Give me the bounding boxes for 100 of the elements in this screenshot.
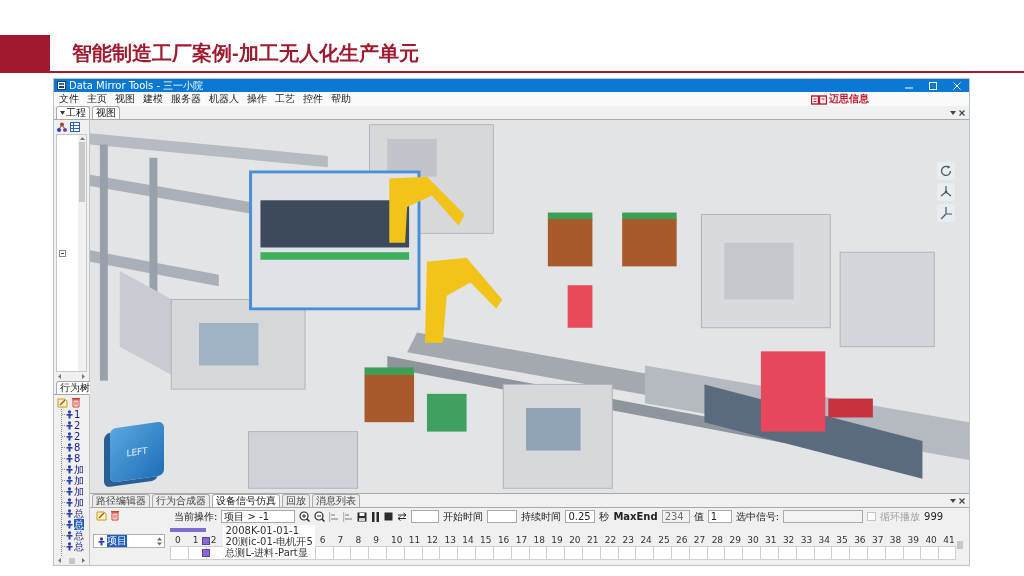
figure-icon xyxy=(66,487,73,496)
panel-tab[interactable]: 设备信号仿真 xyxy=(212,494,280,507)
field-label: 当前操作: xyxy=(174,510,218,523)
panel-tab[interactable]: 路径编辑器 xyxy=(92,494,150,507)
field-label: 开始时间 xyxy=(443,510,484,523)
slide-title: 智能制造工厂案例-加工无人化生产单元 xyxy=(72,40,419,66)
scroll-right-icon[interactable] xyxy=(82,374,85,379)
value-field[interactable]: 1 xyxy=(707,510,732,523)
input-field[interactable] xyxy=(487,510,518,523)
tree-item[interactable]: 总 xyxy=(62,530,87,541)
menu-item[interactable]: 控件 xyxy=(303,93,323,105)
duration-field[interactable]: 0.25 xyxy=(565,510,596,523)
axis-corner-icon[interactable] xyxy=(937,204,955,222)
tree-item[interactable]: 2 xyxy=(62,431,87,442)
time-tick-label: 39 xyxy=(907,535,919,546)
menu-item[interactable]: 服务器 xyxy=(171,93,201,105)
time-tick-label: 23 xyxy=(622,535,634,546)
pause-icon[interactable] xyxy=(371,511,381,522)
zoom-in-icon[interactable] xyxy=(299,511,311,522)
scroll-left-icon[interactable] xyxy=(58,558,61,563)
rotate-icon[interactable] xyxy=(937,162,955,180)
trash-icon[interactable] xyxy=(110,509,120,521)
stop-icon[interactable] xyxy=(384,512,394,521)
close-icon[interactable] xyxy=(959,497,965,504)
time-tick-label: 34 xyxy=(818,535,830,546)
time-tick-label: 12 xyxy=(426,535,439,546)
save-icon[interactable] xyxy=(357,511,368,522)
tree-item[interactable]: 加 xyxy=(62,486,87,497)
menu-item[interactable]: 操作 xyxy=(247,93,267,105)
input-field[interactable] xyxy=(411,510,440,523)
tree-item[interactable]: 总 xyxy=(62,541,87,552)
field-label: 值 xyxy=(693,510,704,523)
scroll-right-icon[interactable] xyxy=(82,558,85,563)
logo-icon xyxy=(811,93,827,105)
signal-menu-item[interactable]: 总测L-进料-Part显 xyxy=(223,547,313,558)
panel-tab[interactable]: 视图 xyxy=(92,106,120,119)
menu-item[interactable]: 工艺 xyxy=(275,93,295,105)
signal-menu-item[interactable]: 20测ic-01-电机开5 xyxy=(223,536,313,547)
time-tick-label: 16 xyxy=(497,535,510,546)
new-note-icon[interactable] xyxy=(57,396,68,408)
menu-item[interactable]: 建模 xyxy=(143,93,163,105)
tree-item[interactable]: 总 xyxy=(62,519,87,530)
tree-item[interactable]: 2 xyxy=(62,420,87,431)
panel-tab[interactable]: 工程 xyxy=(56,106,90,119)
swap-icon[interactable] xyxy=(397,512,408,521)
time-tick-label: 27 xyxy=(693,535,706,546)
close-icon[interactable] xyxy=(959,109,965,116)
menu-item[interactable]: 视图 xyxy=(115,93,135,105)
scroll-thumb[interactable] xyxy=(79,142,85,202)
panel-tab[interactable]: 消息列表 xyxy=(312,494,360,507)
workstation xyxy=(547,212,593,267)
trash-icon[interactable] xyxy=(71,396,81,408)
spinner-icon[interactable] xyxy=(157,536,162,546)
time-tick-label: 22 xyxy=(604,535,617,546)
operation-field[interactable]: 项目 > -1 xyxy=(221,510,296,523)
time-tick-label: 28 xyxy=(711,535,724,546)
time-tick-label: 37 xyxy=(871,535,884,546)
time-tick-label: 38 xyxy=(889,535,902,546)
time-tick-label: 6 xyxy=(319,535,326,546)
figure-icon xyxy=(66,443,73,452)
scroll-thumb[interactable] xyxy=(956,541,963,549)
table-icon[interactable] xyxy=(70,122,80,132)
tree-item[interactable]: 加 xyxy=(62,475,87,486)
event-marker-icon[interactable] xyxy=(201,536,210,545)
tree-item[interactable]: 加 xyxy=(62,497,87,508)
time-tick-label: 2 xyxy=(210,535,217,546)
time-tick-label: 1 xyxy=(192,535,199,546)
tree-item[interactable]: 8 xyxy=(62,453,87,464)
tree-item-label[interactable]: 项目 xyxy=(107,535,127,547)
tree-expander-icon[interactable] xyxy=(59,249,66,257)
menu-item[interactable]: 文件 xyxy=(59,93,79,105)
scroll-left-icon[interactable] xyxy=(58,374,61,379)
dropdown-icon[interactable] xyxy=(950,498,956,503)
tree-item[interactable]: 1 xyxy=(62,409,87,420)
signal-menu-item[interactable]: 2008K-01-01-1 xyxy=(223,525,313,536)
new-note-icon[interactable] xyxy=(96,509,107,521)
maximize-icon[interactable] xyxy=(929,81,937,90)
caret-icon[interactable] xyxy=(60,111,65,115)
tree-item[interactable]: 8 xyxy=(62,442,87,453)
tree-item[interactable]: 总 xyxy=(62,508,87,519)
panel-tab[interactable]: 回放 xyxy=(282,494,310,507)
tree-item[interactable]: 加 xyxy=(62,464,87,475)
event-marker-icon[interactable] xyxy=(201,549,210,557)
dropdown-icon[interactable] xyxy=(950,110,956,115)
zoom-out-icon[interactable] xyxy=(314,511,326,522)
time-tick-label: 14 xyxy=(462,535,474,546)
vertical-scrollbar[interactable] xyxy=(78,135,86,371)
panel-tab[interactable]: 行为合成器 xyxy=(152,494,210,507)
loop-count: 999 xyxy=(924,510,944,523)
scroll-up-icon[interactable] xyxy=(79,137,85,140)
scroll-thumb[interactable] xyxy=(68,557,75,564)
menu-item[interactable]: 机器人 xyxy=(209,93,239,105)
axes-icon[interactable] xyxy=(937,183,955,201)
menu-item[interactable]: 主页 xyxy=(87,93,107,105)
tree-combo[interactable]: 项目 xyxy=(93,534,165,548)
workstation xyxy=(622,212,677,267)
time-tick-label: 36 xyxy=(854,535,866,546)
time-tick-label: 35 xyxy=(836,535,848,546)
hierarchy-icon[interactable] xyxy=(57,122,67,132)
menu-item[interactable]: 帮助 xyxy=(331,93,351,105)
